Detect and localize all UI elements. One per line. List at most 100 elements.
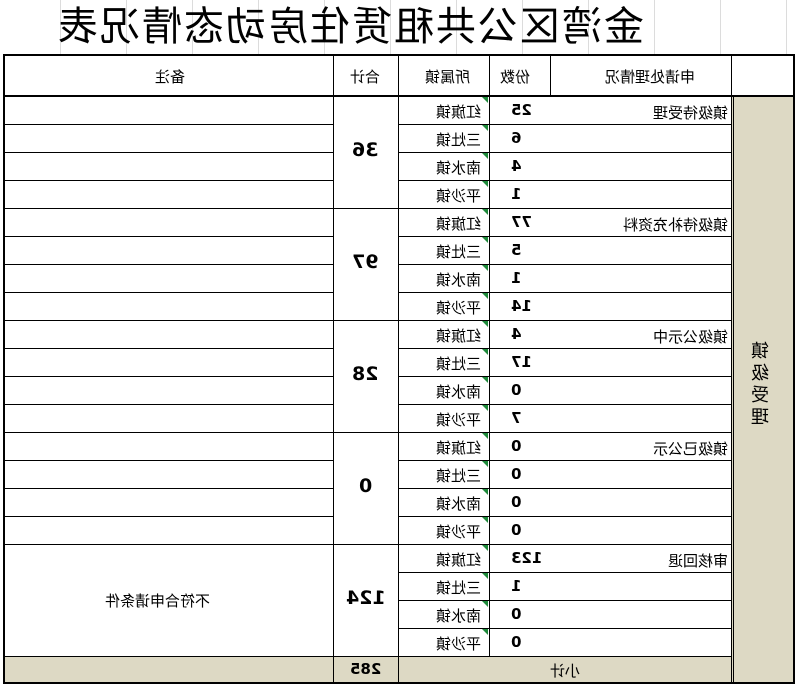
count-cell-text: 1 [511,269,522,287]
comment-marker [482,489,488,495]
row-line-town [398,292,731,293]
town-cell-text: 红旗镇 [436,551,482,569]
group-total: 28 [333,363,398,385]
header-remarks-text: 备注 [155,68,186,86]
subtotal-label: 小计 [550,660,580,681]
count-cell: 7 [511,409,521,427]
count-cell: 0 [511,605,521,623]
group-total-text: 124 [345,587,386,609]
row-line-remarks [5,124,333,125]
town-cell-text: 三灶镇 [436,131,482,149]
header-total: 合计 [350,66,380,87]
comment-marker [482,377,488,383]
comment-marker [482,293,488,299]
group-total-text: 97 [352,251,379,273]
row-line-town [398,348,731,349]
row-line-town [398,376,731,377]
town-cell: 红旗镇 [436,549,481,570]
count-cell: 0 [511,493,521,511]
comment-marker [482,601,488,607]
count-cell-text: 5 [511,241,522,259]
group-status: 审核回退 [600,550,728,571]
col-line-town-count [489,56,490,656]
group-status-text: 审核回退 [667,552,728,570]
group-remark: 不符合申请条件 [105,590,210,611]
town-cell: 平沙镇 [436,297,481,318]
comment-marker [482,629,488,635]
comment-marker [482,153,488,159]
town-cell-text: 平沙镇 [436,187,482,205]
town-cell-text: 三灶镇 [436,243,482,261]
side-label: 镇级受理 [747,341,777,429]
status-table: 备注 合计 所属镇 份数 申请处理情况 36 镇级待受理 红旗镇 25 三灶镇 6 南水镇 4 平沙镇 1 9… [3,54,795,684]
town-cell-text: 南水镇 [436,383,482,401]
count-cell: 17 [511,353,532,371]
town-cell: 平沙镇 [436,185,481,206]
count-cell: 0 [511,465,521,483]
town-cell: 红旗镇 [436,101,481,122]
count-cell: 0 [511,381,521,399]
comment-marker [482,433,488,439]
header-remarks: 备注 [155,66,185,87]
comment-marker [482,545,488,551]
group-divider [5,432,731,433]
group-total: 97 [333,251,398,273]
count-cell: 25 [511,101,532,119]
comment-marker [482,181,488,187]
group-status: 镇级公示中 [600,326,728,347]
group-total-text: 28 [352,363,379,385]
town-cell-text: 南水镇 [436,495,482,513]
count-cell: 4 [511,325,521,343]
count-cell: 6 [511,129,521,147]
count-cell-text: 4 [511,157,522,175]
row-line-remarks [5,376,333,377]
count-cell-text: 25 [511,101,532,119]
row-line-town [398,180,731,181]
count-cell: 1 [511,577,521,595]
row-line-town [398,124,731,125]
count-cell-text: 1 [511,577,522,595]
group-total: 0 [333,475,398,497]
count-cell-text: 7 [511,409,522,427]
comment-marker [482,573,488,579]
comment-marker [482,97,488,103]
group-status: 镇级待受理 [600,102,728,123]
count-cell-text: 0 [511,493,522,511]
group-total-text: 36 [352,139,379,161]
town-cell: 南水镇 [436,157,481,178]
header-status-text: 申请处理情况 [605,68,696,86]
town-cell-text: 红旗镇 [436,327,482,345]
town-cell-text: 平沙镇 [436,635,482,653]
count-cell-text: 123 [511,549,543,567]
group-status: 镇级待补充资料 [600,214,728,235]
count-cell-text: 4 [511,325,522,343]
group-divider [5,208,731,209]
header-divider [5,95,793,97]
row-line-remarks [5,292,333,293]
group-divider [5,544,731,545]
count-cell: 1 [511,185,521,203]
town-cell-text: 三灶镇 [436,355,482,373]
town-cell: 三灶镇 [436,129,481,150]
town-cell-text: 南水镇 [436,159,482,177]
count-cell-text: 17 [511,353,532,371]
row-line-town [398,460,731,461]
count-cell: 77 [511,213,532,231]
count-cell: 0 [511,521,521,539]
town-cell-text: 南水镇 [436,607,482,625]
count-cell: 0 [511,437,521,455]
group-divider [5,320,731,321]
count-cell-text: 0 [511,381,522,399]
town-cell-text: 三灶镇 [436,579,482,597]
header-total-text: 合计 [350,68,381,86]
page-title: 金湾区公共租赁住房动态情况表 [56,4,644,50]
group-remark-text: 不符合申请条件 [105,592,211,610]
row-line-town [398,264,731,265]
group-status: 镇级已公示 [600,438,728,459]
row-line-town [398,236,731,237]
count-cell-text: 0 [511,633,522,651]
town-cell: 平沙镇 [436,521,481,542]
comment-marker [482,209,488,215]
town-cell: 红旗镇 [436,325,481,346]
comment-marker [482,517,488,523]
